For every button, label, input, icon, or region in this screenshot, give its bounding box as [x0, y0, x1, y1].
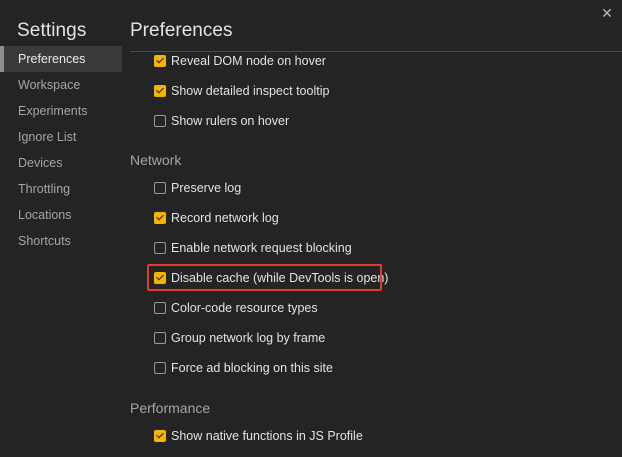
- settings-title: Settings: [17, 20, 87, 41]
- checkbox[interactable]: [154, 302, 166, 314]
- option-show-native-functions[interactable]: Show native functions in JS Profile: [154, 427, 363, 445]
- option-preserve-log[interactable]: Preserve log: [154, 179, 241, 197]
- sidebar-item-throttling[interactable]: Throttling: [0, 176, 122, 202]
- sidebar-item-experiments[interactable]: Experiments: [0, 98, 122, 124]
- option-label: Group network log by frame: [171, 331, 326, 345]
- checkbox[interactable]: [154, 182, 166, 194]
- option-show-rulers[interactable]: Show rulers on hover: [154, 112, 289, 130]
- sidebar-item-ignore-list[interactable]: Ignore List: [0, 124, 122, 150]
- option-label: Enable network request blocking: [171, 241, 352, 255]
- sidebar-item-preferences[interactable]: Preferences: [0, 46, 122, 72]
- checkbox[interactable]: [154, 242, 166, 254]
- option-label: Reveal DOM node on hover: [171, 54, 326, 68]
- checkbox[interactable]: [154, 85, 166, 97]
- close-icon[interactable]: ✕: [600, 6, 614, 20]
- option-label: Preserve log: [171, 181, 242, 195]
- sidebar-item-devices[interactable]: Devices: [0, 150, 122, 176]
- option-label: Disable cache (while DevTools is open): [171, 271, 389, 285]
- sidebar-item-shortcuts[interactable]: Shortcuts: [0, 228, 122, 254]
- option-label: Force ad blocking on this site: [171, 361, 333, 375]
- option-group-by-frame[interactable]: Group network log by frame: [154, 329, 325, 347]
- section-title-network: Network: [130, 152, 182, 168]
- sidebar-item-workspace[interactable]: Workspace: [0, 72, 122, 98]
- option-label: Color-code resource types: [171, 301, 318, 315]
- option-color-code-resource-types[interactable]: Color-code resource types: [154, 299, 318, 317]
- option-label: Show rulers on hover: [171, 114, 290, 128]
- option-label: Show native functions in JS Profile: [171, 429, 363, 443]
- option-label: Record network log: [171, 211, 279, 225]
- settings-sidebar: Settings Preferences Workspace Experimen…: [0, 0, 122, 457]
- option-label: Show detailed inspect tooltip: [171, 84, 330, 98]
- checkbox[interactable]: [154, 115, 166, 127]
- preferences-scroll-area[interactable]: Reveal DOM node on hover Show detailed i…: [122, 52, 622, 457]
- checkbox[interactable]: [154, 272, 166, 284]
- option-reveal-dom-node[interactable]: Reveal DOM node on hover: [154, 52, 326, 70]
- section-title-performance: Performance: [130, 400, 211, 416]
- option-detailed-inspect-tooltip[interactable]: Show detailed inspect tooltip: [154, 82, 329, 100]
- option-enable-request-blocking[interactable]: Enable network request blocking: [154, 239, 352, 257]
- checkbox[interactable]: [154, 55, 166, 67]
- option-force-ad-blocking[interactable]: Force ad blocking on this site: [154, 359, 333, 377]
- sidebar-item-locations[interactable]: Locations: [0, 202, 122, 228]
- option-disable-cache[interactable]: Disable cache (while DevTools is open): [154, 269, 388, 287]
- checkbox[interactable]: [154, 212, 166, 224]
- checkbox[interactable]: [154, 430, 166, 442]
- page-title: Preferences: [130, 20, 233, 41]
- option-record-network-log[interactable]: Record network log: [154, 209, 279, 227]
- settings-window: Settings Preferences Workspace Experimen…: [0, 0, 622, 457]
- checkbox[interactable]: [154, 362, 166, 374]
- preferences-panel: Preferences ✕ Reveal DOM node on hover S…: [122, 0, 622, 457]
- sidebar-nav: Preferences Workspace Experiments Ignore…: [0, 46, 122, 254]
- checkbox[interactable]: [154, 332, 166, 344]
